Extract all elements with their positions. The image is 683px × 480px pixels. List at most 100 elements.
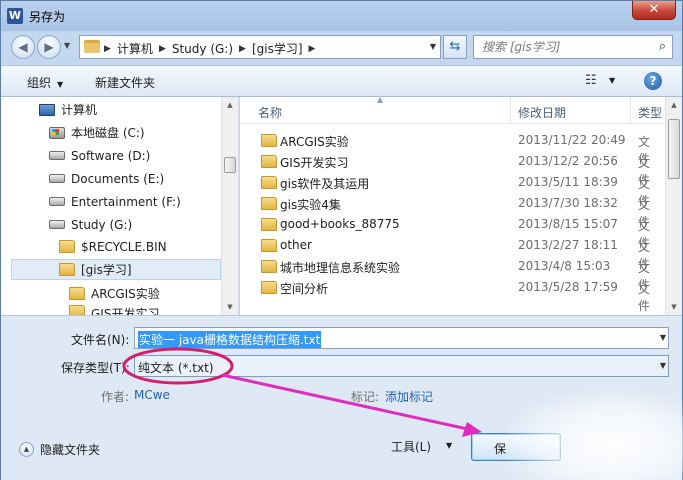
file-name: other	[280, 238, 312, 252]
folder-icon	[69, 305, 85, 315]
file-modified: 2013/11/22 20:49	[518, 133, 626, 147]
address-bar[interactable]: ▶ 计算机 ▶ Study (G:) ▶ [gis学习] ▶ ▼	[79, 35, 441, 59]
tree-item-label: Documents (E:)	[71, 171, 165, 186]
recent-locations-dropdown[interactable]: ▼	[64, 41, 70, 50]
file-list-scrollbar[interactable]: ▲ ▼	[665, 97, 682, 315]
tree-item-arcgis[interactable]: ARCGIS实验	[69, 283, 160, 304]
tree-item-computer[interactable]: 计算机	[39, 99, 97, 120]
file-row[interactable]: other 2013/2/27 18:11 文件	[240, 235, 660, 271]
filename-field[interactable]: 实验一 java栅格数据结构压缩.txt ▼	[134, 327, 669, 349]
view-options-icon[interactable]: ☷	[585, 73, 597, 88]
file-row[interactable]: 空间分析 2013/5/28 17:59 文件	[240, 277, 660, 313]
save-form: 文件名(N): 实验一 java栅格数据结构压缩.txt ▼ 保存类型(T): …	[1, 315, 682, 425]
folder-icon	[69, 287, 85, 300]
organize-label: 组织	[27, 76, 52, 90]
navigation-scrollbar[interactable]: ▲ ▼	[221, 97, 238, 315]
file-row[interactable]: good+books_88775 2013/8/15 15:07 文件	[240, 214, 660, 250]
tools-menu[interactable]: 工具(L)	[391, 438, 431, 455]
tree-item-label: Study (G:)	[71, 217, 133, 232]
file-modified: 2013/2/27 18:11	[518, 238, 618, 252]
command-toolbar: 组织 ▼ 新建文件夹 ☷ ▼ ?	[1, 65, 682, 97]
scroll-down-icon[interactable]: ▼	[666, 299, 682, 315]
folder-icon	[59, 240, 75, 253]
file-name: 城市地理信息系统实验	[280, 261, 401, 275]
tree-item-drive-g[interactable]: Study (G:)	[49, 214, 132, 235]
chevron-down-icon: ▼	[57, 80, 64, 89]
scrollbar-thumb[interactable]	[224, 157, 236, 173]
folder-icon	[261, 155, 277, 168]
chevron-down-icon[interactable]: ▼	[660, 333, 666, 342]
breadcrumb-computer[interactable]: 计算机	[117, 40, 153, 57]
file-row[interactable]: GIS开发实习 2013/12/2 20:56 文件	[240, 151, 660, 187]
author-value[interactable]: MCwe	[134, 388, 170, 402]
save-as-dialog: W 另存为 ✕ ◀ ▶ ▼ ▶ 计算机 ▶ Study (G:) ▶ [gis学…	[0, 0, 683, 480]
file-modified: 2013/12/2 20:56	[518, 154, 618, 168]
tree-item-label: 计算机	[61, 103, 98, 117]
breadcrumb-gis-folder[interactable]: [gis学习]	[252, 40, 303, 57]
column-modified[interactable]: 修改日期	[518, 104, 566, 121]
chevron-right-icon[interactable]: ▶	[309, 44, 316, 54]
chevron-right-icon[interactable]: ▶	[239, 44, 246, 54]
new-folder-button[interactable]: 新建文件夹	[95, 74, 155, 91]
refresh-button[interactable]: ⇆	[443, 35, 467, 59]
file-row[interactable]: ARCGIS实验 2013/11/22 20:49 文件	[240, 130, 660, 166]
column-name[interactable]: 名称	[258, 104, 282, 121]
column-divider[interactable]	[510, 97, 511, 124]
tags-link[interactable]: 添加标记	[385, 388, 433, 405]
tree-item-gis-dev[interactable]: GIS开发实习	[69, 305, 159, 315]
help-icon[interactable]: ?	[644, 72, 662, 90]
arrow-left-icon: ◀	[18, 40, 28, 54]
sort-ascending-icon: ▲	[377, 97, 384, 104]
chevron-right-icon[interactable]: ▶	[159, 44, 166, 54]
tags-label: 标记:	[351, 390, 380, 404]
column-divider[interactable]	[630, 97, 631, 124]
folder-icon	[59, 263, 75, 276]
folder-icon	[261, 239, 277, 252]
close-button[interactable]: ✕	[632, 1, 676, 20]
search-icon[interactable]: ⌕	[659, 39, 666, 54]
file-row[interactable]: gis软件及其运用 2013/5/11 18:39 文件	[240, 172, 660, 208]
scroll-up-icon[interactable]: ▲	[666, 97, 682, 113]
savetype-select[interactable]: 纯文本 (*.txt) ▼	[134, 355, 669, 377]
tree-item-drive-c[interactable]: 本地磁盘 (C:)	[49, 122, 145, 143]
file-row[interactable]: gis实验4集 2013/7/30 18:32 文件	[240, 193, 660, 229]
scroll-up-icon[interactable]: ▲	[222, 97, 238, 113]
view-dropdown[interactable]: ▼	[609, 76, 615, 85]
file-modified: 2013/5/11 18:39	[518, 175, 618, 189]
forward-button[interactable]: ▶	[37, 35, 61, 59]
tree-item-label: Entertainment (F:)	[71, 194, 181, 209]
folder-icon	[261, 218, 277, 231]
search-input[interactable]	[482, 39, 652, 55]
file-name: ARCGIS实验	[280, 135, 349, 149]
breadcrumb: ▶ 计算机 ▶ Study (G:) ▶ [gis学习] ▶	[104, 40, 315, 57]
filename-value[interactable]: 实验一 java栅格数据结构压缩.txt	[138, 331, 322, 348]
word-app-icon: W	[7, 8, 23, 24]
tree-item-label: Software (D:)	[71, 148, 151, 163]
tree-item-label: 本地磁盘 (C:)	[71, 126, 145, 140]
file-row[interactable]: 城市地理信息系统实验 2013/4/8 15:03 文件	[240, 256, 660, 292]
scrollbar-thumb[interactable]	[668, 119, 680, 179]
address-dropdown[interactable]: ▼	[430, 42, 436, 51]
tree-item-drive-e[interactable]: Documents (E:)	[49, 168, 164, 189]
search-box[interactable]: ⌕	[473, 35, 673, 59]
column-type[interactable]: 类型	[638, 104, 662, 121]
tree-item-label: GIS开发实习	[91, 307, 160, 315]
hide-folders-button[interactable]: ▲ 隐藏文件夹	[19, 441, 100, 458]
tree-item-label: ARCGIS实验	[91, 287, 160, 301]
back-button[interactable]: ◀	[11, 35, 35, 59]
chevron-down-icon[interactable]: ▼	[660, 361, 666, 370]
scroll-down-icon[interactable]: ▼	[222, 299, 238, 315]
tree-item-gis-folder[interactable]: [gis学习]	[11, 259, 221, 280]
file-name: 空间分析	[280, 282, 329, 296]
breadcrumb-study-drive[interactable]: Study (G:)	[172, 42, 233, 56]
chevron-down-icon[interactable]: ▼	[446, 441, 452, 450]
file-name: GIS开发实习	[280, 156, 349, 170]
tree-item-drive-d[interactable]: Software (D:)	[49, 145, 150, 166]
folder-icon	[261, 281, 277, 294]
file-name: good+books_88775	[280, 217, 400, 231]
organize-menu[interactable]: 组织 ▼	[27, 74, 63, 91]
save-button[interactable]: 保	[471, 433, 561, 461]
file-type: 文件	[638, 282, 651, 313]
tree-item-recycle-bin[interactable]: $RECYCLE.BIN	[59, 236, 167, 257]
tree-item-drive-f[interactable]: Entertainment (F:)	[49, 191, 181, 212]
